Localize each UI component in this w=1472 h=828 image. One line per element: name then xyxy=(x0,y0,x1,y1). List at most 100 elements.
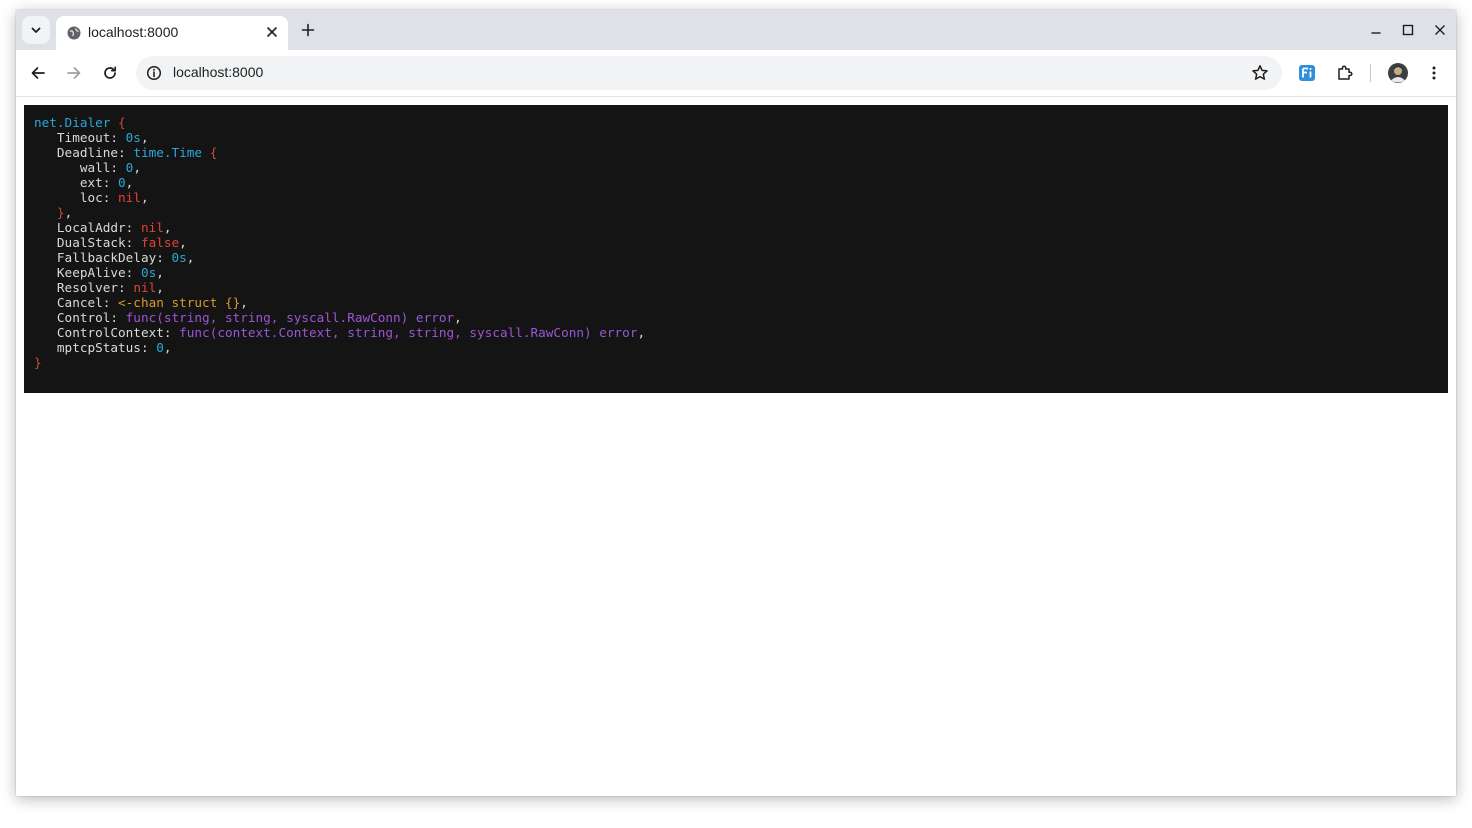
reload-button[interactable] xyxy=(96,59,124,87)
code-line: KeepAlive: 0s, xyxy=(34,265,1438,280)
code-token: ext: xyxy=(34,175,119,190)
code-line: } xyxy=(34,355,1438,370)
new-tab-button[interactable] xyxy=(296,18,320,42)
tab-active[interactable]: localhost:8000 xyxy=(56,16,288,50)
avatar-icon xyxy=(1388,63,1408,83)
code-token: LocalAddr: xyxy=(34,220,141,235)
code-token: Deadline: xyxy=(34,145,134,160)
plus-icon xyxy=(301,23,315,37)
code-token: 0 xyxy=(156,340,164,355)
code-token: 0s xyxy=(140,265,157,280)
code-token: 0s xyxy=(125,130,141,145)
code-token: , xyxy=(186,250,195,265)
toolbar-separator xyxy=(1370,64,1371,82)
code-line: ControlContext: func(context.Context, st… xyxy=(34,325,1438,340)
bookmark-button[interactable] xyxy=(1250,63,1270,83)
close-window-button[interactable] xyxy=(1430,20,1450,40)
globe-icon xyxy=(67,26,81,40)
code-token: { xyxy=(209,145,218,160)
code-token: } xyxy=(34,355,42,370)
code-token: time.Time xyxy=(133,145,210,160)
browser-window: localhost:8000 localhost:8000 net.Dialer… xyxy=(16,10,1456,796)
page-content: net.Dialer { Timeout: 0s, Deadline: time… xyxy=(16,97,1456,796)
code-token: loc: xyxy=(34,190,119,205)
code-token: , xyxy=(156,265,164,280)
code-line: Deadline: time.Time { xyxy=(34,145,1438,160)
code-token: Control: xyxy=(34,310,126,325)
code-token: Cancel: xyxy=(34,295,119,310)
maximize-icon xyxy=(1402,24,1414,36)
tab-title: localhost:8000 xyxy=(88,24,179,40)
code-token: , xyxy=(125,175,134,190)
code-token: wall: xyxy=(34,160,126,175)
code-token: 0 xyxy=(118,175,126,190)
maximize-button[interactable] xyxy=(1398,20,1418,40)
code-token: , xyxy=(637,325,646,340)
code-token: , xyxy=(133,160,141,175)
code-line: Resolver: nil, xyxy=(34,280,1438,295)
code-token: , xyxy=(140,190,149,205)
code-line: Control: func(string, string, syscall.Ra… xyxy=(34,310,1438,325)
address-bar[interactable]: localhost:8000 xyxy=(136,56,1282,90)
forward-button[interactable] xyxy=(60,59,88,87)
url-text: localhost:8000 xyxy=(173,64,264,80)
code-line: LocalAddr: nil, xyxy=(34,220,1438,235)
close-icon xyxy=(1435,25,1445,35)
tab-search-button[interactable] xyxy=(22,16,50,44)
code-token: , xyxy=(179,235,187,250)
profile-avatar[interactable] xyxy=(1386,61,1410,85)
code-line: wall: 0, xyxy=(34,160,1438,175)
code-token: , xyxy=(64,205,73,220)
more-vertical-icon xyxy=(1432,66,1436,80)
code-line: mptcpStatus: 0, xyxy=(34,340,1438,355)
code-token: , xyxy=(163,220,172,235)
star-icon xyxy=(1252,65,1268,80)
code-line: ext: 0, xyxy=(34,175,1438,190)
minimize-button[interactable] xyxy=(1366,20,1386,40)
code-token: KeepAlive: xyxy=(34,265,141,280)
code-token: mptcpStatus: xyxy=(34,340,157,355)
tab-strip: localhost:8000 xyxy=(16,10,1456,50)
code-token: 0s xyxy=(171,250,187,265)
extensions-button[interactable] xyxy=(1333,61,1357,85)
code-token: func(context.Context, string, string, sy… xyxy=(179,325,638,340)
code-line: loc: nil, xyxy=(34,190,1438,205)
code-output: net.Dialer { Timeout: 0s, Deadline: time… xyxy=(24,105,1448,393)
fi-extension-icon xyxy=(1299,65,1315,81)
close-icon xyxy=(267,27,277,37)
code-token: } xyxy=(34,205,65,220)
code-token: , xyxy=(240,295,248,310)
code-line: net.Dialer { xyxy=(34,115,1438,130)
site-info-button[interactable] xyxy=(144,63,164,83)
code-token: Timeout: xyxy=(34,130,126,145)
code-token: , xyxy=(454,310,462,325)
code-token: Resolver: xyxy=(34,280,134,295)
code-token: <-chan struct {} xyxy=(118,295,241,310)
arrow-right-icon xyxy=(67,67,81,79)
code-line: Cancel: <-chan struct {}, xyxy=(34,295,1438,310)
code-line: }, xyxy=(34,205,1438,220)
code-token: DualStack: xyxy=(34,235,141,250)
code-token: ControlContext: xyxy=(34,325,180,340)
chevron-down-icon xyxy=(31,27,41,33)
code-token: , xyxy=(140,130,149,145)
tab-close-button[interactable] xyxy=(264,24,280,40)
menu-button[interactable] xyxy=(1422,61,1446,85)
back-button[interactable] xyxy=(24,59,52,87)
arrow-left-icon xyxy=(31,67,45,79)
code-token: func(string, string, syscall.RawConn) er… xyxy=(125,310,455,325)
code-token: nil xyxy=(118,190,141,205)
code-token: , xyxy=(156,280,164,295)
code-line: FallbackDelay: 0s, xyxy=(34,250,1438,265)
code-token: false xyxy=(140,235,180,250)
code-token: net.Dialer xyxy=(34,115,119,130)
minimize-icon xyxy=(1371,32,1381,34)
code-token: , xyxy=(163,340,172,355)
code-line: DualStack: false, xyxy=(34,235,1438,250)
info-icon xyxy=(146,65,162,81)
code-token: FallbackDelay: xyxy=(34,250,172,265)
puzzle-icon xyxy=(1338,65,1353,80)
code-token: { xyxy=(118,115,126,130)
extension-fi-button[interactable] xyxy=(1295,61,1319,85)
reload-icon xyxy=(104,66,117,79)
